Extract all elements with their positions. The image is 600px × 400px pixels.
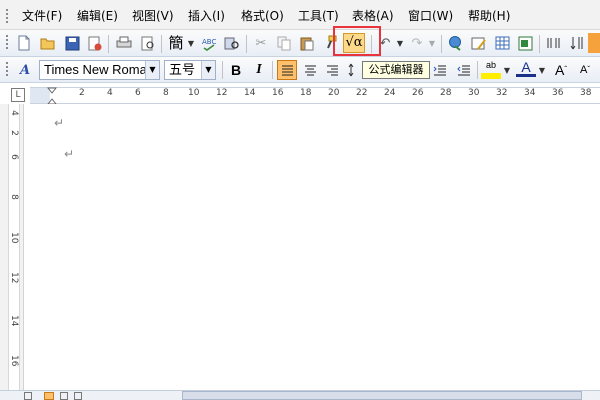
web-view-icon[interactable] [44,392,54,400]
tab-selector[interactable]: L [11,88,25,102]
chevron-down-icon[interactable]: ▼ [395,33,405,53]
toolbar-grip[interactable] [6,35,8,51]
font-size-combo[interactable]: 五号 ▼ [164,60,216,80]
normal-view-icon[interactable] [24,392,32,400]
copy-icon[interactable] [274,33,294,53]
paste-icon[interactable] [297,33,317,53]
font-size-value: 五号 [169,62,196,77]
permission-icon[interactable] [84,33,104,53]
menu-insert[interactable]: 插入(I) [188,7,225,25]
paragraph-mark: ↵ [54,116,65,130]
decrease-indent-icon[interactable] [430,60,450,80]
horizontal-ruler[interactable] [30,87,600,104]
font-name-value: Times New Roma [44,62,147,77]
document-canvas[interactable]: ↵ ↵ [25,104,600,390]
insert-table-icon[interactable] [492,33,512,53]
menu-view[interactable]: 视图(V) [132,7,174,25]
menu-window[interactable]: 窗口(W) [408,7,453,25]
font-color-icon[interactable]: A [516,59,536,77]
hyperlink-icon[interactable] [446,33,466,53]
menu-bar: 文件(F) 编辑(E) 视图(V) 插入(I) 格式(O) 工具(T) 表格(A… [0,0,600,30]
print-view-icon[interactable] [60,392,68,400]
chevron-down-icon[interactable]: ▼ [502,60,512,80]
menu-help[interactable]: 帮助(H) [468,7,510,25]
columns-icon[interactable] [543,33,563,53]
menu-table[interactable]: 表格(A) [352,7,394,25]
indent-marker-icon[interactable] [46,87,58,105]
increase-indent-icon[interactable] [454,60,474,80]
separator [272,61,273,79]
separator [246,35,247,53]
separator [477,61,478,79]
chevron-down-icon[interactable]: ▼ [201,61,215,79]
menu-grip[interactable] [6,9,8,23]
formula-editor-highlight [333,26,381,56]
align-right-icon[interactable] [322,60,342,80]
menu-edit[interactable]: 编辑(E) [77,7,118,25]
drawing-icon[interactable] [567,33,587,53]
formula-editor-tooltip: 公式编辑器 [362,61,430,79]
separator [441,35,442,53]
toolbar-grip[interactable] [6,62,8,78]
save-icon[interactable] [62,33,82,53]
menu-format[interactable]: 格式(O) [241,7,284,25]
formatting-toolbar: A Times New Roma ▼ 五号 ▼ B I ab ▼ A ▼ Aˆ … [0,57,600,83]
print-preview-icon[interactable] [138,33,158,53]
italic-button[interactable]: I [249,60,269,80]
menu-tools[interactable]: 工具(T) [298,7,339,25]
shrink-font-icon[interactable]: Aˇ [575,60,595,80]
cut-icon[interactable]: ✂ [251,33,271,53]
line-spacing-icon[interactable] [344,60,364,80]
new-document-icon[interactable] [14,33,34,53]
tables-borders-icon[interactable] [469,33,489,53]
chevron-down-icon[interactable]: ▼ [427,33,437,53]
grow-font-icon[interactable]: Aˆ [551,60,571,80]
bold-button[interactable]: B [226,60,246,80]
chevron-down-icon[interactable]: ▼ [145,61,159,79]
styles-icon[interactable]: A [15,60,35,80]
document-map-icon[interactable] [588,33,600,53]
outline-view-icon[interactable] [74,392,82,400]
separator [539,35,540,53]
separator [222,61,223,79]
print-icon[interactable] [114,33,134,53]
insert-excel-icon[interactable] [515,33,535,53]
vertical-ruler-track [8,104,20,390]
view-bar [0,390,600,400]
chevron-down-icon[interactable]: ▼ [186,33,196,53]
separator [161,35,162,53]
chevron-down-icon[interactable]: ▼ [537,60,547,80]
highlight-icon[interactable]: ab [481,59,501,79]
font-name-combo[interactable]: Times New Roma ▼ [39,60,160,80]
menu-file[interactable]: 文件(F) [22,7,62,25]
svg-text:ABC: ABC [202,38,216,46]
align-center-icon[interactable] [300,60,320,80]
traditional-chinese-icon[interactable]: 簡 [166,33,186,53]
open-folder-icon[interactable] [38,33,58,53]
paragraph-mark: ↵ [64,147,75,161]
spelling-icon[interactable]: ABC [199,33,219,53]
align-justify-icon[interactable] [277,60,297,80]
horizontal-scrollbar[interactable] [182,391,582,400]
standard-toolbar: 簡 ▼ ABC ✂ √α ↶ ▼ ↷ ▼ [0,30,600,57]
redo-icon[interactable]: ↷ [407,33,427,53]
separator [108,35,109,53]
research-icon[interactable] [222,33,242,53]
